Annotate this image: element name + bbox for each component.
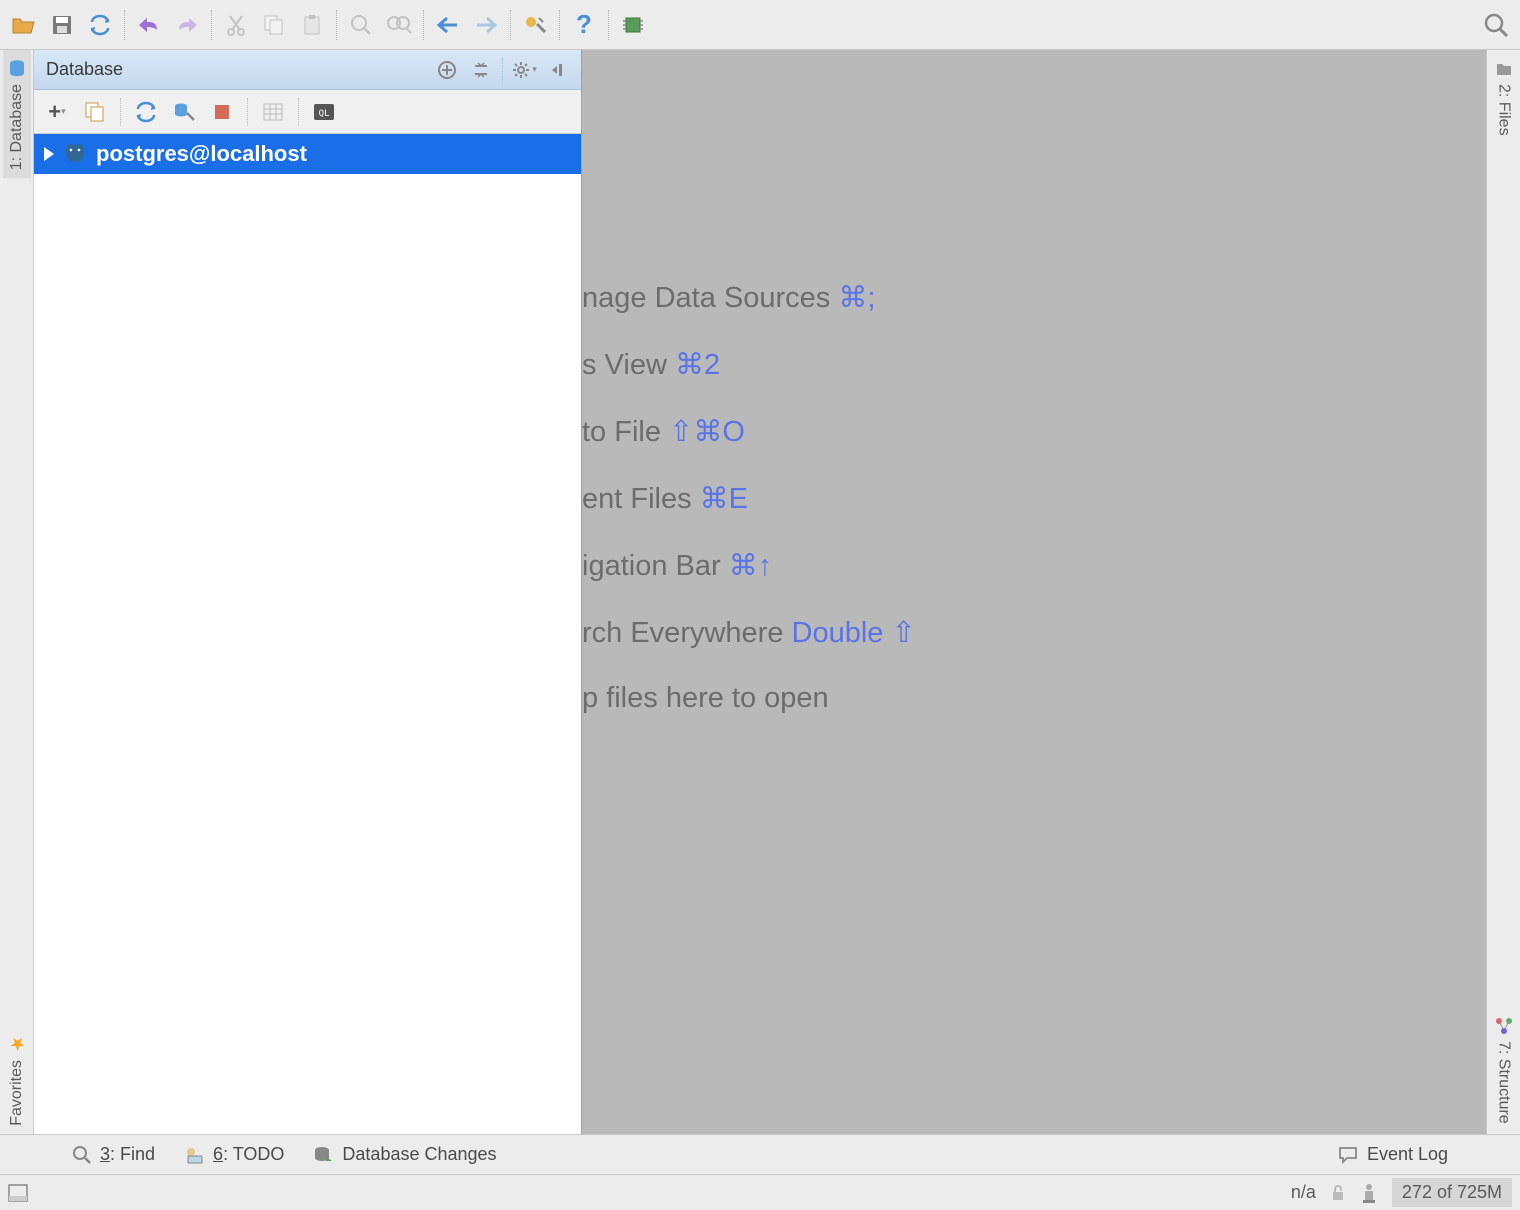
separator <box>608 10 609 40</box>
database-tree: postgres@localhost <box>34 134 581 1134</box>
separator <box>559 10 560 40</box>
zoom-out-icon[interactable] <box>343 7 379 43</box>
main-area: 1: Database Favorites ★ Database ▾ <box>0 50 1520 1134</box>
speech-bubble-icon <box>1337 1145 1359 1165</box>
database-toolbar: +▾ QL <box>34 90 581 134</box>
nav-back-icon[interactable] <box>430 7 466 43</box>
star-icon: ★ <box>6 1033 28 1054</box>
favorites-tab-label: Favorites <box>8 1060 26 1126</box>
files-tool-tab[interactable]: 2: Files <box>1491 50 1517 144</box>
folder-icon <box>1495 60 1513 78</box>
right-tool-strip: 2: Files 7: Structure <box>1486 50 1520 1134</box>
search-icon <box>72 1145 92 1165</box>
separator <box>502 58 503 82</box>
separator <box>120 98 121 126</box>
database-tab-label: 1: Database <box>8 84 26 170</box>
db-changes-icon <box>312 1145 334 1165</box>
database-icon <box>7 58 27 78</box>
db-changes-tab-label: Database Changes <box>342 1144 496 1165</box>
favorites-tool-tab[interactable]: Favorites ★ <box>2 1025 32 1134</box>
tool-windows-toggle-icon[interactable] <box>8 1184 28 1202</box>
datasource-properties-icon[interactable] <box>167 95 201 129</box>
lock-icon[interactable] <box>1330 1184 1346 1202</box>
stop-icon[interactable] <box>205 95 239 129</box>
nav-forward-icon[interactable] <box>468 7 504 43</box>
save-icon[interactable] <box>44 7 80 43</box>
separator <box>211 10 212 40</box>
status-na: n/a <box>1291 1182 1316 1203</box>
database-panel-header: Database ▾ <box>34 50 581 90</box>
todo-icon <box>183 1145 205 1165</box>
todo-tab-label: 6: TODO <box>213 1144 284 1165</box>
add-datasource-icon[interactable]: +▾ <box>40 95 74 129</box>
open-folder-icon[interactable] <box>6 7 42 43</box>
bottom-tool-bar: 3: Find 6: TODO Database Changes Event L… <box>0 1134 1520 1174</box>
database-panel-title: Database <box>42 59 428 80</box>
hint-recent-files: ent Files ⌘E <box>582 481 916 516</box>
help-icon[interactable]: ? <box>566 7 602 43</box>
main-toolbar: ? <box>0 0 1520 50</box>
editor-empty-state: nage Data Sources ⌘; s View ⌘2 to File ⇧… <box>582 50 1486 1134</box>
sql-console-icon[interactable]: QL <box>307 95 341 129</box>
event-log-tab-label: Event Log <box>1367 1144 1448 1165</box>
ic-chip-icon[interactable] <box>615 7 651 43</box>
memory-usage[interactable]: 272 of 725M <box>1392 1178 1512 1207</box>
database-tool-tab[interactable]: 1: Database <box>3 50 31 178</box>
copy-icon[interactable] <box>256 7 292 43</box>
datasource-node[interactable]: postgres@localhost <box>34 134 581 174</box>
hint-search-everywhere: rch Everywhere Double ⇧ <box>582 615 916 650</box>
zoom-reset-icon[interactable] <box>381 7 417 43</box>
find-tool-tab[interactable]: 3: Find <box>72 1144 155 1165</box>
hint-nav-bar: igation Bar ⌘↑ <box>582 548 916 583</box>
expand-arrow-icon <box>44 147 54 161</box>
separator <box>336 10 337 40</box>
collapse-all-icon[interactable] <box>466 55 496 85</box>
hide-panel-icon[interactable] <box>543 55 573 85</box>
event-log-tool-tab[interactable]: Event Log <box>1337 1144 1448 1165</box>
expand-all-icon[interactable] <box>432 55 462 85</box>
hint-manage-datasources: nage Data Sources ⌘; <box>582 280 916 315</box>
svg-text:QL: QL <box>319 109 330 119</box>
duplicate-icon[interactable] <box>78 95 112 129</box>
postgres-icon <box>62 141 88 167</box>
cut-icon[interactable] <box>218 7 254 43</box>
sync-icon[interactable] <box>82 7 118 43</box>
find-tab-label: 3: Find <box>100 1144 155 1165</box>
hint-view: s View ⌘2 <box>582 347 916 382</box>
structure-tool-tab[interactable]: 7: Structure <box>1491 1009 1517 1134</box>
datasource-label: postgres@localhost <box>96 141 307 167</box>
search-icon[interactable] <box>1478 7 1514 43</box>
hint-drop-files: p files here to open <box>582 682 916 715</box>
db-changes-tool-tab[interactable]: Database Changes <box>312 1144 496 1165</box>
separator <box>423 10 424 40</box>
hint-go-to-file: to File ⇧⌘O <box>582 414 916 449</box>
refresh-icon[interactable] <box>129 95 163 129</box>
paste-icon[interactable] <box>294 7 330 43</box>
status-bar: n/a 272 of 725M <box>0 1174 1520 1210</box>
undo-icon[interactable] <box>131 7 167 43</box>
todo-tool-tab[interactable]: 6: TODO <box>183 1144 284 1165</box>
structure-icon <box>1495 1017 1513 1035</box>
settings-tool-icon[interactable] <box>517 7 553 43</box>
separator <box>298 98 299 126</box>
memory-man-icon[interactable] <box>1360 1182 1378 1204</box>
separator <box>247 98 248 126</box>
redo-icon[interactable] <box>169 7 205 43</box>
table-icon[interactable] <box>256 95 290 129</box>
gear-icon[interactable]: ▾ <box>509 55 539 85</box>
left-tool-strip: 1: Database Favorites ★ <box>0 50 34 1134</box>
database-panel: Database ▾ +▾ <box>34 50 582 1134</box>
separator <box>124 10 125 40</box>
separator <box>510 10 511 40</box>
files-tab-label: 2: Files <box>1495 84 1513 136</box>
structure-tab-label: 7: Structure <box>1495 1041 1513 1124</box>
